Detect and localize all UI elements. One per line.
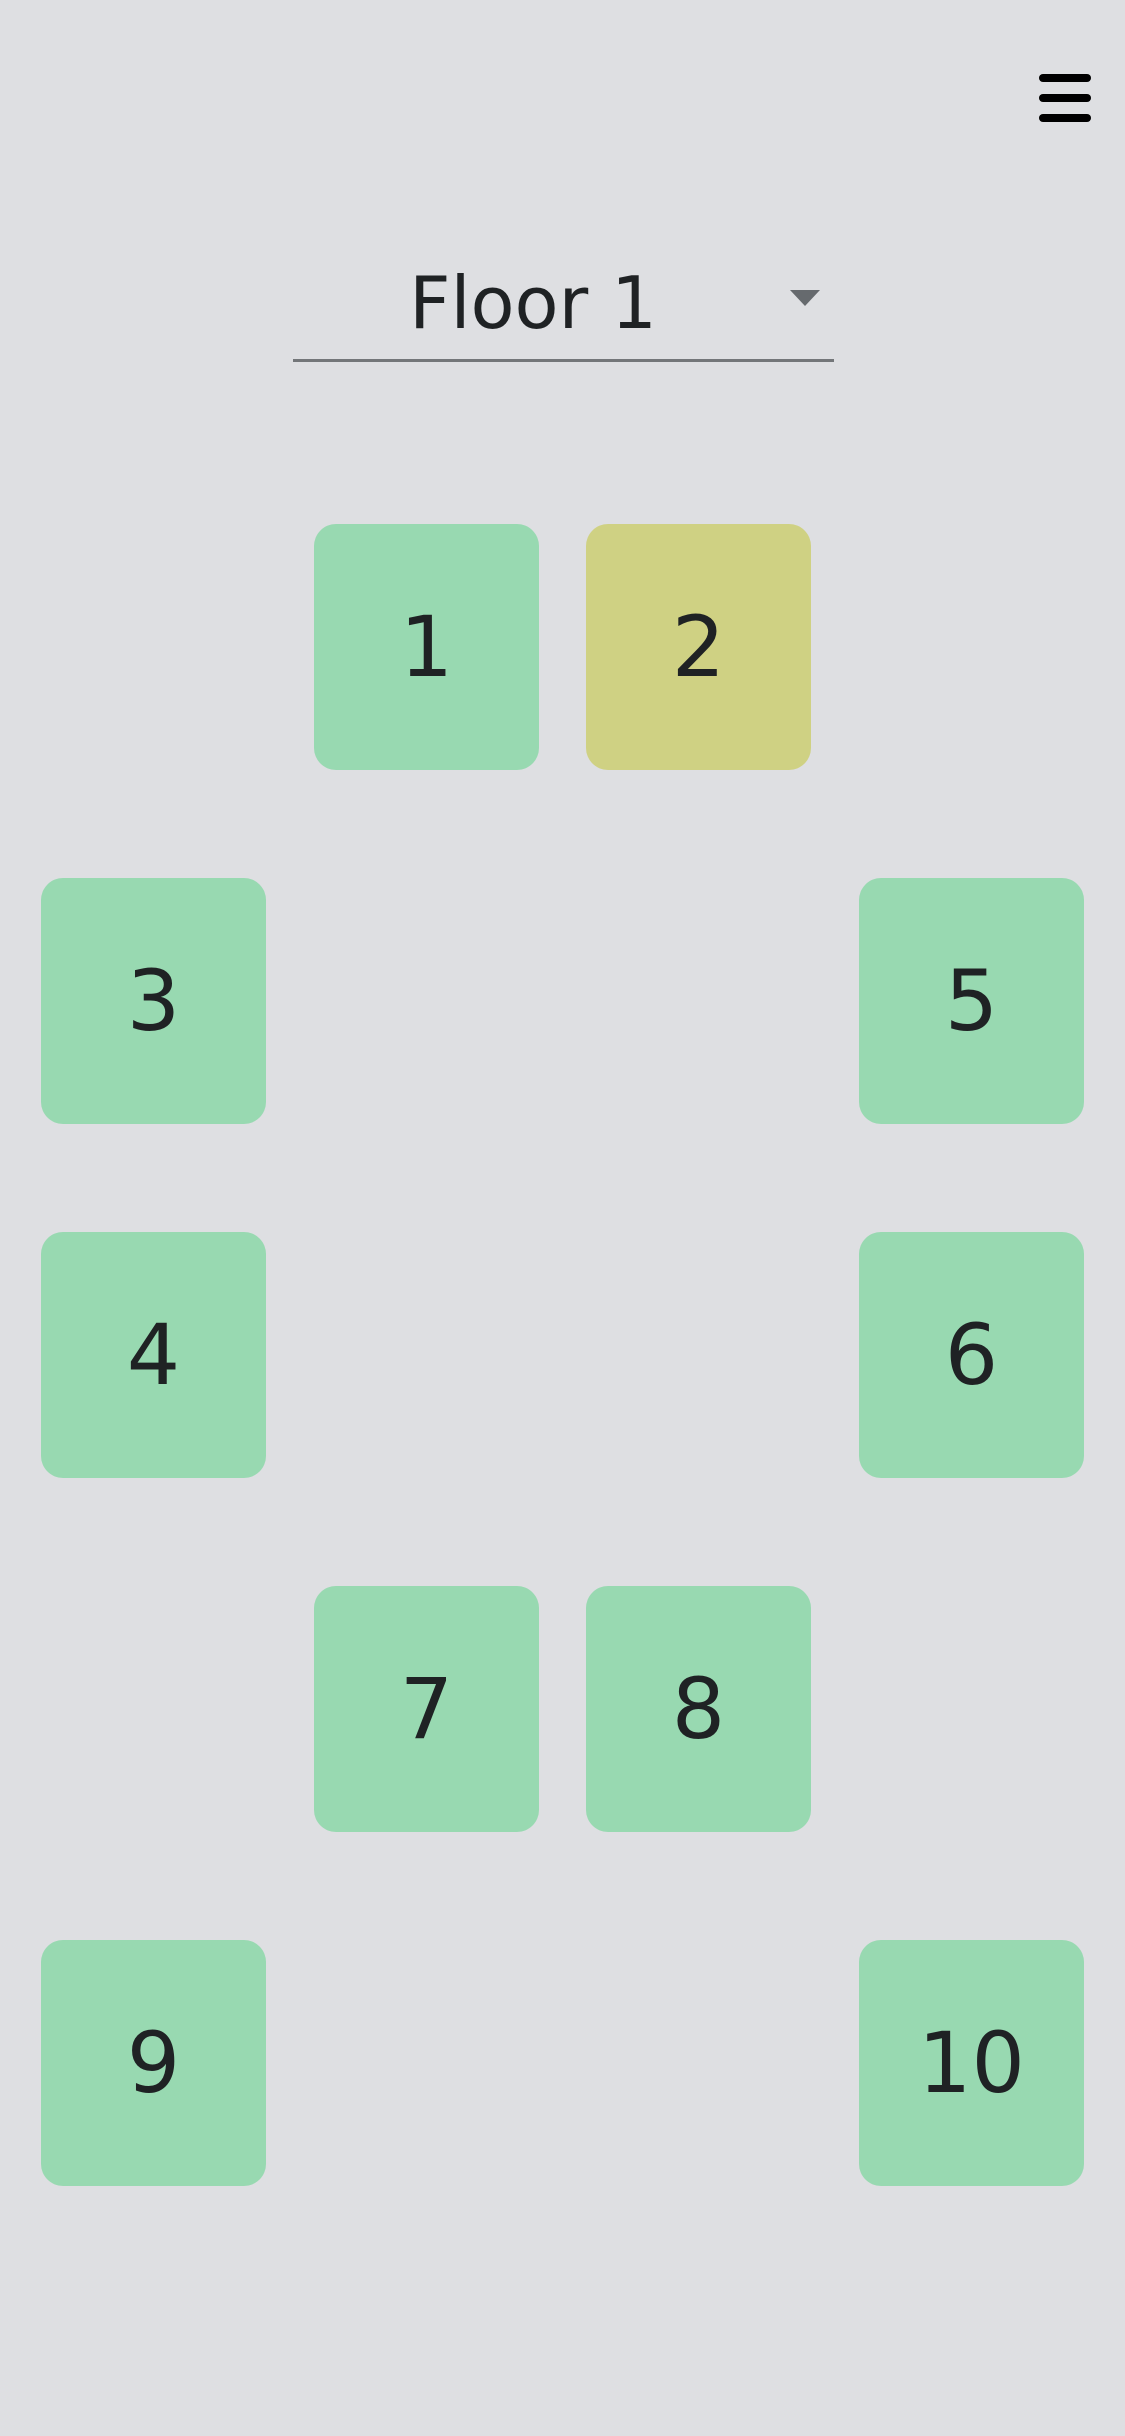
- room-number: 6: [944, 1306, 999, 1404]
- room-number: 2: [671, 598, 726, 696]
- room-tile-1[interactable]: 1: [314, 524, 539, 770]
- room-tile-5[interactable]: 5: [859, 878, 1084, 1124]
- room-tile-7[interactable]: 7: [314, 1586, 539, 1832]
- room-tile-6[interactable]: 6: [859, 1232, 1084, 1478]
- dropdown-caret-icon: [790, 290, 820, 306]
- room-number: 5: [944, 952, 999, 1050]
- room-number: 3: [126, 952, 181, 1050]
- room-number: 7: [399, 1660, 454, 1758]
- floor-select-underline: [293, 359, 834, 362]
- room-number: 10: [918, 2014, 1025, 2112]
- room-tile-9[interactable]: 9: [41, 1940, 266, 2186]
- room-number: 9: [126, 2014, 181, 2112]
- room-tile-4[interactable]: 4: [41, 1232, 266, 1478]
- room-number: 8: [671, 1660, 726, 1758]
- menu-button[interactable]: [1035, 70, 1095, 126]
- floor-select-value: Floor 1: [409, 261, 657, 345]
- room-number: 1: [399, 598, 454, 696]
- floor-select[interactable]: Floor 1: [293, 250, 834, 362]
- room-tile-10[interactable]: 10: [859, 1940, 1084, 2186]
- room-tile-8[interactable]: 8: [586, 1586, 811, 1832]
- room-tile-2[interactable]: 2: [586, 524, 811, 770]
- room-number: 4: [126, 1306, 181, 1404]
- room-tile-3[interactable]: 3: [41, 878, 266, 1124]
- hamburger-menu-icon: [1039, 74, 1091, 82]
